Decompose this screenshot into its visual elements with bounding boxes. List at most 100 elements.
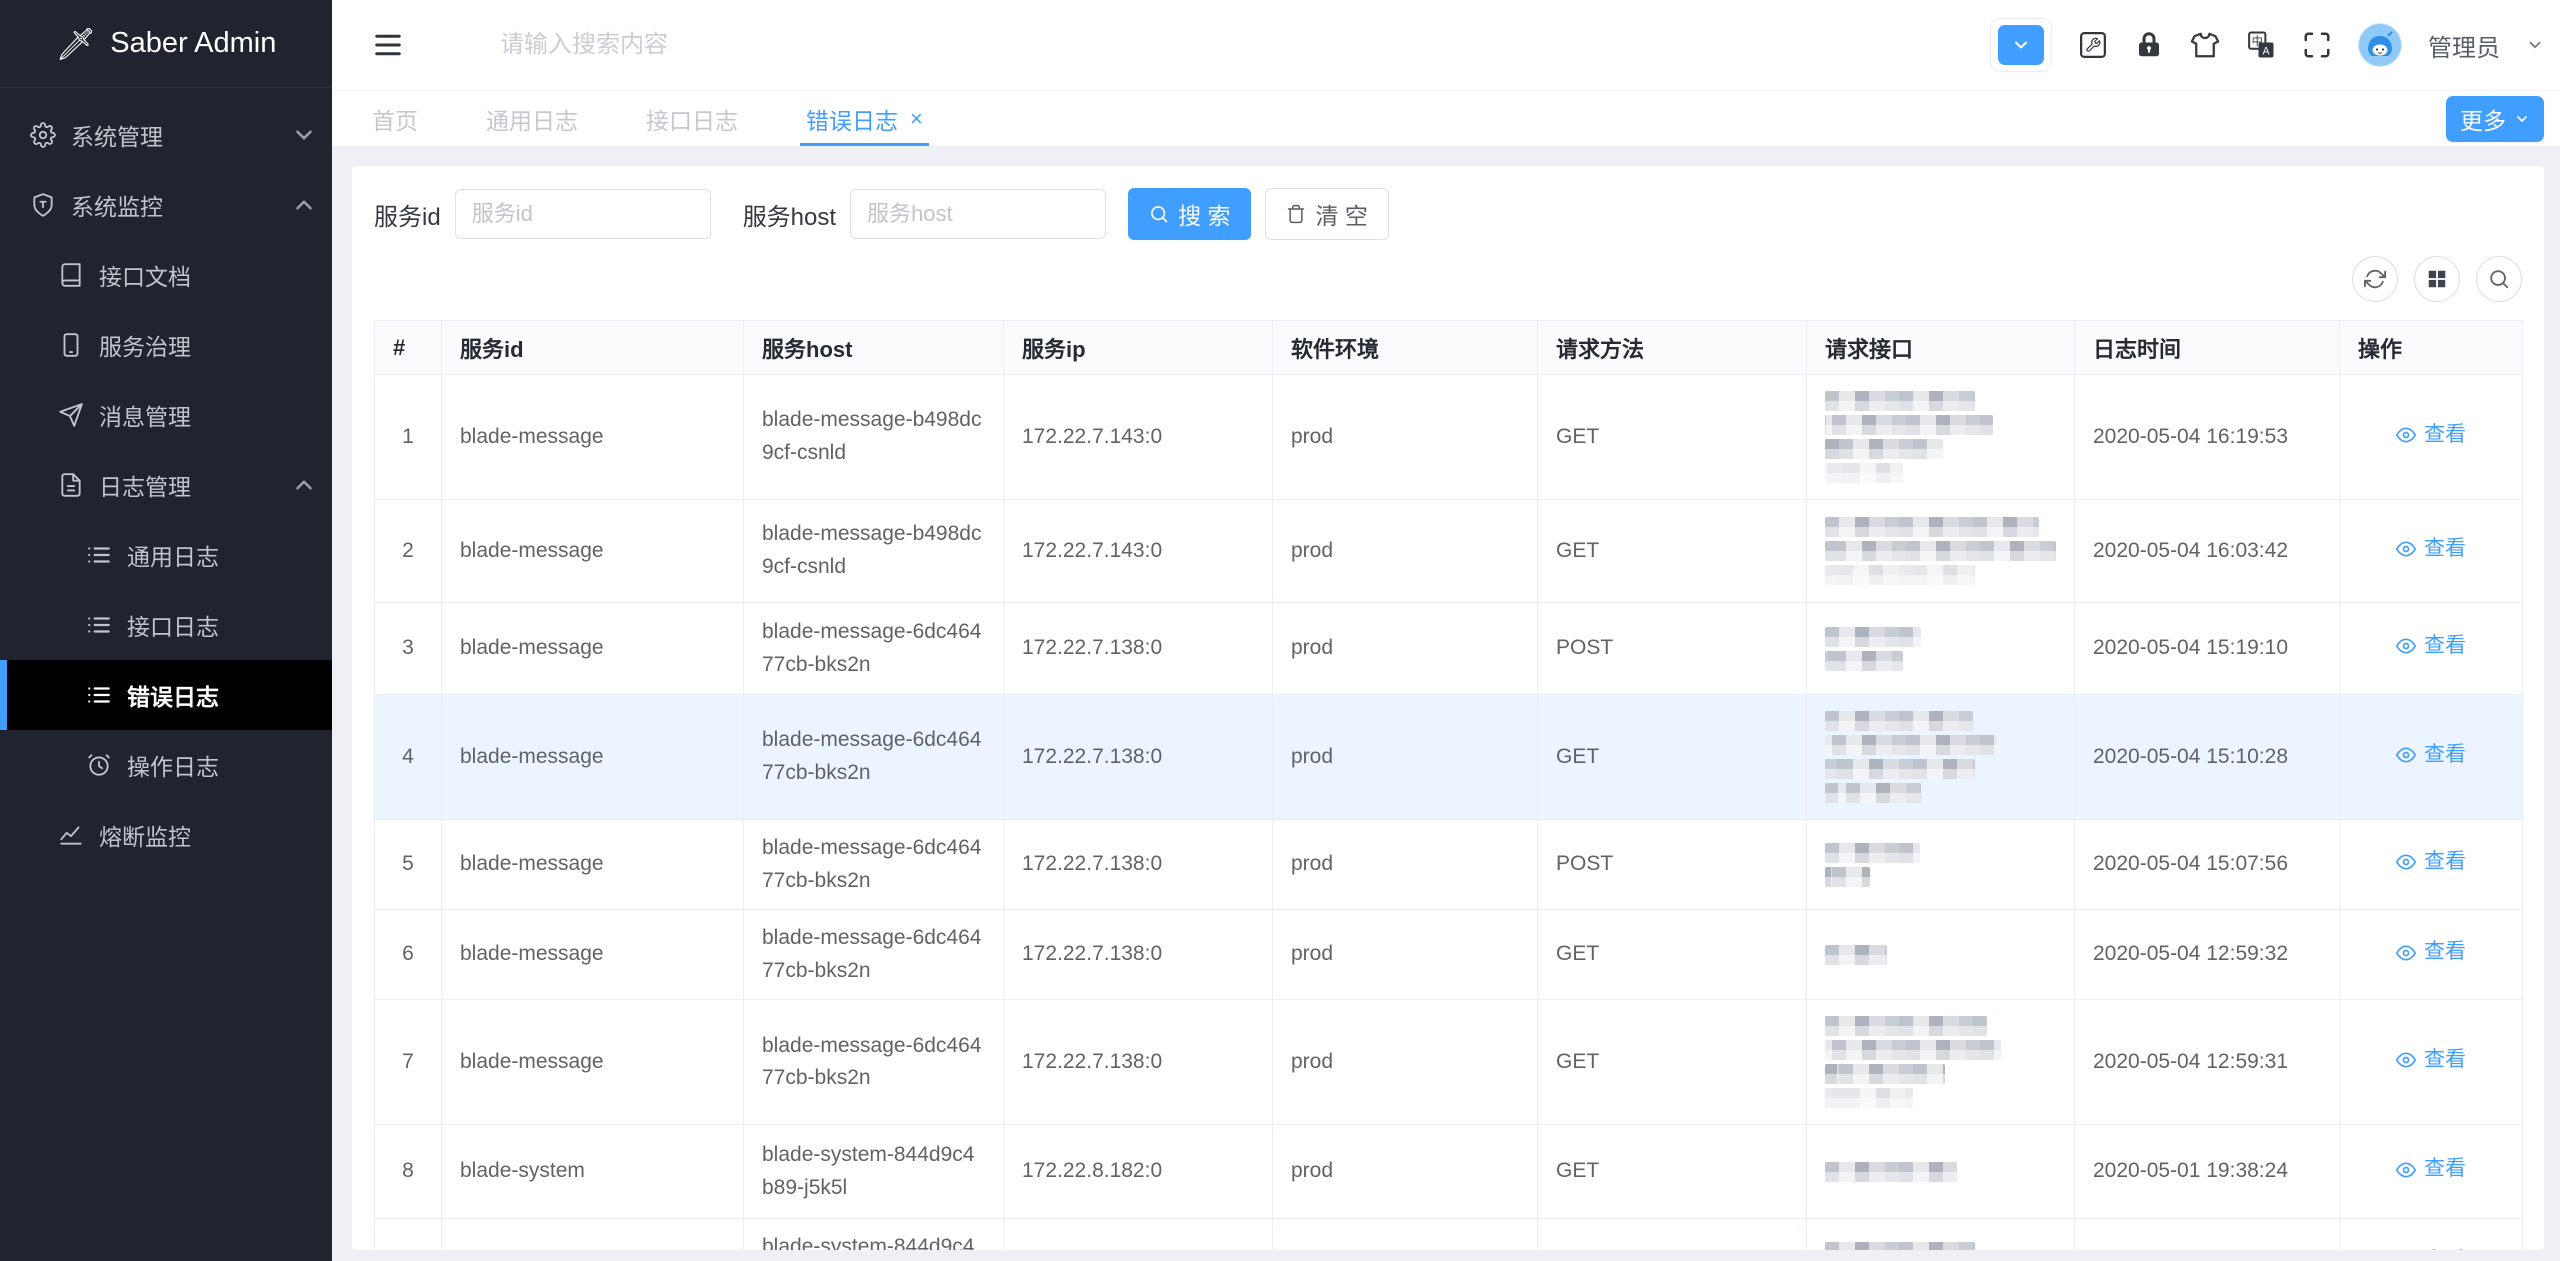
table-toolbar	[374, 256, 2522, 302]
action-cell: 查看	[2340, 820, 2523, 910]
main-area: 中A 管理员 首页通用日志接口日志错误日志× 更多 服务id 服务host	[332, 0, 2560, 1261]
clear-button[interactable]: 清 空	[1265, 188, 1388, 240]
refresh-button[interactable]	[2352, 256, 2398, 302]
table-row: 6blade-messageblade-message-6dc46477cb-b…	[375, 910, 2523, 1000]
sidebar-item-api-log[interactable]: 接口日志	[0, 590, 332, 660]
clock-icon	[86, 752, 112, 778]
log-time-cell: 2020-05-01 19:38:24	[2075, 1125, 2340, 1219]
language-icon[interactable]: 中A	[2246, 30, 2276, 60]
chevron-down-icon	[2514, 111, 2530, 127]
eye-icon	[2396, 539, 2416, 559]
eye-icon	[2396, 1050, 2416, 1070]
view-link-label: 查看	[2424, 1044, 2466, 1077]
content-area: 服务id 服务host 搜 索 清 空	[332, 146, 2560, 1261]
view-link[interactable]: 查看	[2396, 630, 2466, 663]
log-time-cell: 2020-05-04 16:03:42	[2075, 500, 2340, 603]
sidebar-item-operate-log[interactable]: 操作日志	[0, 730, 332, 800]
service-host-input[interactable]	[850, 189, 1106, 239]
shield-icon	[30, 192, 56, 218]
user-menu-chevron-icon[interactable]	[2526, 36, 2544, 54]
menu-toggle-button[interactable]	[370, 30, 406, 60]
sidebar-item-usual-log[interactable]: 通用日志	[0, 520, 332, 590]
view-link[interactable]: 查看	[2396, 1245, 2466, 1250]
redacted-mosaic	[1825, 843, 1920, 863]
service-id-cell: blade-message	[442, 500, 744, 603]
column-header: 请求方法	[1538, 321, 1807, 375]
view-link-label: 查看	[2424, 846, 2466, 879]
sidebar-item-error-log[interactable]: 错误日志	[0, 660, 332, 730]
log-time-cell: 2020-05-04 15:07:56	[2075, 820, 2340, 910]
env-cell: prod	[1273, 695, 1538, 820]
sidebar-item-api-docs[interactable]: 接口文档	[0, 240, 332, 310]
tab-usual-log[interactable]: 通用日志	[486, 91, 578, 146]
log-time-cell: 2020-05-04 12:59:32	[2075, 910, 2340, 1000]
theme-icon[interactable]	[2190, 30, 2220, 60]
service-id-cell: blade-message	[442, 1000, 744, 1125]
search-icon	[1149, 204, 1169, 224]
redacted-mosaic	[1825, 627, 1921, 647]
service-host-cell: blade-message-6dc46477cb-bks2n	[744, 603, 1004, 695]
method-cell: GET	[1538, 1125, 1807, 1219]
env-cell: prod	[1273, 1125, 1538, 1219]
view-link-label: 查看	[2424, 1153, 2466, 1186]
lock-icon[interactable]	[2134, 30, 2164, 60]
view-link[interactable]: 查看	[2396, 846, 2466, 879]
redacted-mosaic	[1825, 783, 1921, 803]
column-header: 服务host	[744, 321, 1004, 375]
row-index-cell: 9	[375, 1219, 442, 1250]
username[interactable]: 管理员	[2428, 28, 2500, 63]
redacted-mosaic	[1825, 1088, 1913, 1108]
sidebar-item-system-monitor[interactable]: 系统监控	[0, 170, 332, 240]
tab-bar: 首页 通用日志 接口日志 错误日志× 更多	[332, 90, 2560, 146]
service-id-input[interactable]	[455, 189, 711, 239]
top-dropdown-button[interactable]	[1990, 18, 2052, 72]
service-ip-cell: 172.22.8.182:0	[1004, 1219, 1273, 1250]
method-cell: GET	[1538, 375, 1807, 500]
view-link[interactable]: 查看	[2396, 739, 2466, 772]
view-link[interactable]: 查看	[2396, 1044, 2466, 1077]
redacted-mosaic	[1825, 517, 2039, 537]
tab-api-log[interactable]: 接口日志	[646, 91, 738, 146]
list-icon	[86, 542, 112, 568]
sidebar-item-service-governance[interactable]: 服务治理	[0, 310, 332, 380]
sidebar-item-system-manage[interactable]: 系统管理	[0, 100, 332, 170]
close-icon[interactable]: ×	[910, 108, 923, 130]
column-header: 服务ip	[1004, 321, 1273, 375]
sidebar-item-circuit-monitor[interactable]: 熔断监控	[0, 800, 332, 870]
app-logo: 🗡 Saber Admin	[0, 0, 332, 88]
view-link[interactable]: 查看	[2396, 1153, 2466, 1186]
column-settings-button[interactable]	[2414, 256, 2460, 302]
env-cell: prod	[1273, 910, 1538, 1000]
app-root: 🗡 Saber Admin 系统管理系统监控接口文档服务治理消息管理日志管理通用…	[0, 0, 2560, 1261]
redacted-mosaic	[1825, 391, 1975, 411]
action-cell: 查看	[2340, 603, 2523, 695]
view-link[interactable]: 查看	[2396, 936, 2466, 969]
tab-home[interactable]: 首页	[372, 91, 418, 146]
view-link-label: 查看	[2424, 630, 2466, 663]
view-link-label: 查看	[2424, 419, 2466, 452]
service-id-cell: blade-message	[442, 603, 744, 695]
fullscreen-icon[interactable]	[2302, 30, 2332, 60]
sidebar-item-message-manage[interactable]: 消息管理	[0, 380, 332, 450]
sidebar-item-label: 消息管理	[99, 398, 191, 432]
service-ip-cell: 172.22.7.138:0	[1004, 1000, 1273, 1125]
view-link[interactable]: 查看	[2396, 419, 2466, 452]
view-link[interactable]: 查看	[2396, 533, 2466, 566]
avatar[interactable]	[2358, 23, 2402, 67]
search-button[interactable]: 搜 索	[1128, 188, 1251, 240]
service-id-cell: blade-message	[442, 695, 744, 820]
service-host-cell: blade-message-6dc46477cb-bks2n	[744, 1000, 1004, 1125]
request-api-cell	[1807, 603, 2075, 695]
search-toggle-button[interactable]	[2476, 256, 2522, 302]
debug-tool-icon[interactable]	[2078, 30, 2108, 60]
service-host-cell: blade-message-b498dc9cf-csnld	[744, 500, 1004, 603]
more-button[interactable]: 更多	[2446, 96, 2544, 142]
service-ip-cell: 172.22.7.138:0	[1004, 910, 1273, 1000]
env-cell: prod	[1273, 603, 1538, 695]
chevron-down-icon	[291, 122, 317, 148]
tab-error-log[interactable]: 错误日志×	[806, 91, 923, 146]
global-search-input[interactable]	[498, 30, 928, 60]
sidebar-item-log-manage[interactable]: 日志管理	[0, 450, 332, 520]
table-row: 2blade-messageblade-message-b498dc9cf-cs…	[375, 500, 2523, 603]
method-cell: GET	[1538, 1219, 1807, 1250]
